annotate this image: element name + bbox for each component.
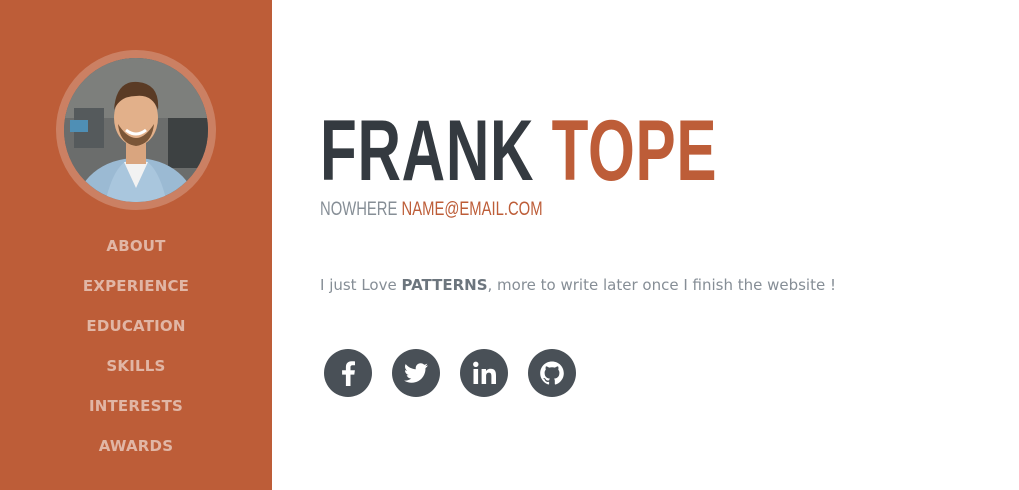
github-icon: [540, 361, 564, 385]
lead-after: , more to write later once I finish the …: [487, 276, 836, 294]
lead-text: I just Love PATTERNS, more to write late…: [320, 274, 836, 296]
sidebar: ABOUT EXPERIENCE EDUCATION SKILLS INTERE…: [0, 0, 272, 490]
nav-link-experience[interactable]: EXPERIENCE: [83, 277, 189, 295]
avatar-ring: [56, 50, 216, 210]
page-title: FRANK TOPE: [320, 96, 717, 206]
nav-link-about[interactable]: ABOUT: [106, 237, 165, 255]
nav-item-skills: SKILLS: [0, 346, 272, 386]
nav-item-experience: EXPERIENCE: [0, 266, 272, 306]
nav-item-awards: AWARDS: [0, 426, 272, 466]
email-link[interactable]: NAME@EMAIL.COM: [402, 199, 543, 220]
last-name: TOPE: [551, 103, 718, 199]
nav-item-about: ABOUT: [0, 226, 272, 266]
twitter-button[interactable]: [392, 349, 440, 397]
nav-link-education[interactable]: EDUCATION: [86, 317, 185, 335]
avatar: [64, 58, 208, 202]
social-icons: [324, 349, 576, 397]
nav-item-education: EDUCATION: [0, 306, 272, 346]
nav-link-awards[interactable]: AWARDS: [99, 437, 173, 455]
first-name: FRANK: [320, 103, 535, 199]
about-section: FRANK TOPE NOWHERE NAME@EMAIL.COM I just…: [320, 0, 1000, 490]
profile-photo: [64, 58, 208, 202]
nav-item-interests: INTERESTS: [0, 386, 272, 426]
nav-link-interests[interactable]: INTERESTS: [89, 397, 183, 415]
github-button[interactable]: [528, 349, 576, 397]
lead-before: I just Love: [320, 276, 402, 294]
linkedin-button[interactable]: [460, 349, 508, 397]
location-text: NOWHERE: [320, 199, 398, 220]
sidebar-nav: ABOUT EXPERIENCE EDUCATION SKILLS INTERE…: [0, 226, 272, 466]
subheading: NOWHERE NAME@EMAIL.COM: [320, 198, 543, 222]
facebook-icon: [342, 361, 355, 386]
lead-bold: PATTERNS: [401, 276, 488, 294]
facebook-button[interactable]: [324, 349, 372, 397]
linkedin-icon: [473, 361, 496, 384]
twitter-icon: [404, 363, 428, 383]
nav-link-skills[interactable]: SKILLS: [106, 357, 165, 375]
